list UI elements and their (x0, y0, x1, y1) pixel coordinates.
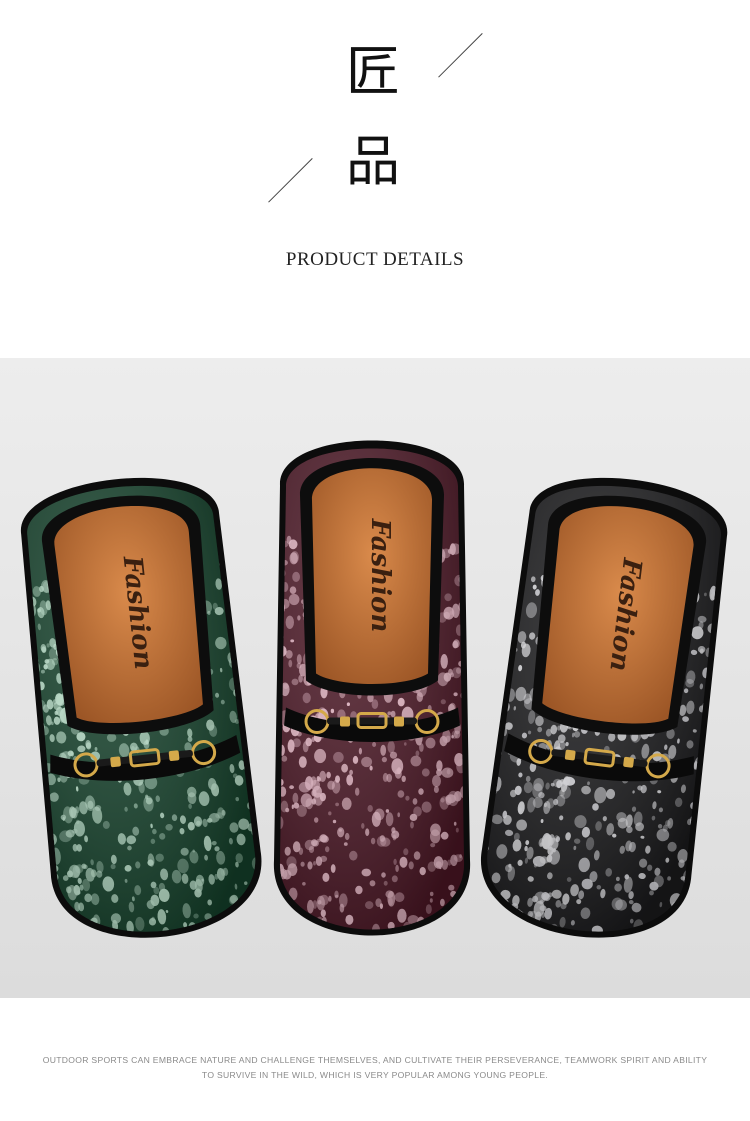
caption: OUTDOOR SPORTS CAN EMBRACE NATURE AND CH… (0, 1053, 750, 1083)
shoe-burgundy: Fashion (273, 440, 471, 936)
decorative-slash-bottom (268, 158, 313, 203)
insole-brand-text: Fashion (365, 518, 395, 633)
shoes-layer: Fashion Fashion Fashion (21, 440, 730, 943)
title-char-1: 匠 (346, 40, 400, 103)
product-photo: Fashion Fashion Fashion (0, 358, 750, 998)
caption-line-2: TO SURVIVE IN THE WILD, WHICH IS VERY PO… (201, 1070, 549, 1080)
section-subtitle: PRODUCT DETAILS (285, 249, 465, 270)
title-char-2: 品 (346, 130, 400, 193)
caption-line-1: OUTDOOR SPORTS CAN EMBRACE NATURE AND CH… (42, 1055, 708, 1065)
decorative-slash-top (438, 33, 483, 78)
header: 匠 品 PRODUCT DETAILS (0, 0, 750, 340)
